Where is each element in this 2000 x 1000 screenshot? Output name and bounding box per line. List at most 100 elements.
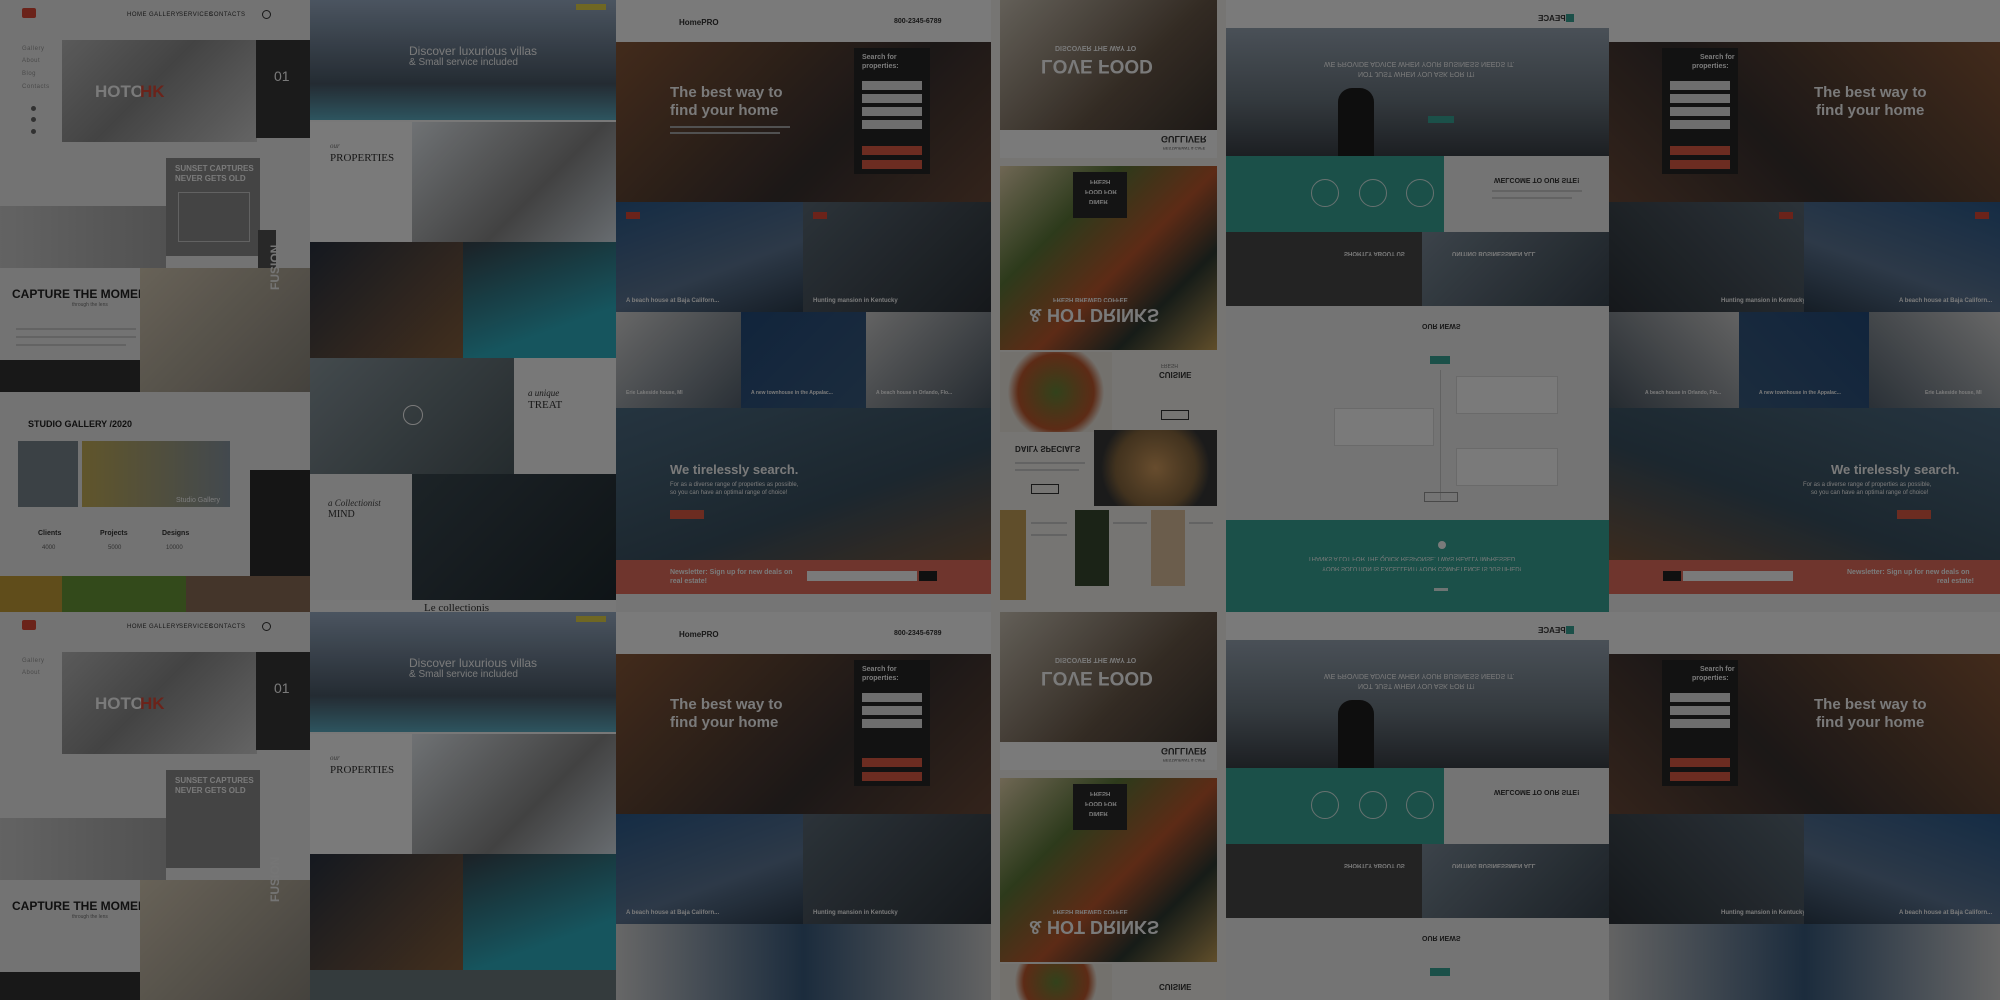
mansion-image[interactable]: [1609, 202, 1804, 312]
nav-gallery[interactable]: GALLERY: [149, 12, 180, 18]
camera-icon[interactable]: [22, 8, 36, 18]
search-icon[interactable]: [262, 10, 271, 19]
lakeside-image[interactable]: [1609, 924, 2000, 1000]
nav-contacts[interactable]: CONTACTS: [209, 624, 246, 630]
search-button[interactable]: [1670, 146, 1730, 155]
read-more-button[interactable]: [670, 510, 704, 519]
listing-caption[interactable]: A beach house in Orlando, Flo...: [1645, 390, 1721, 396]
search-icon[interactable]: [262, 622, 271, 631]
search-button[interactable]: [1670, 758, 1730, 767]
search-field-2[interactable]: [1670, 94, 1730, 103]
beach-house-image[interactable]: [1804, 202, 2000, 312]
nav-home[interactable]: HOME: [127, 624, 147, 630]
play-icon[interactable]: [403, 405, 423, 425]
advanced-search-button[interactable]: [862, 772, 922, 781]
mansion-image[interactable]: [803, 814, 991, 924]
social-icon[interactable]: [31, 106, 36, 111]
news-button[interactable]: [1430, 968, 1450, 976]
advanced-search-button[interactable]: [862, 160, 922, 169]
listing-caption[interactable]: A new townhouse in the Appalac...: [751, 390, 833, 396]
listing-caption[interactable]: A beach house at Baja Californ...: [626, 910, 719, 916]
welcome-heading: WELCOME TO OUR SITE!: [1494, 788, 1580, 795]
logo[interactable]: HomePRO: [679, 630, 719, 639]
read-more-button[interactable]: [1897, 510, 1931, 519]
beach-house-image[interactable]: [1804, 814, 2000, 924]
listing-caption[interactable]: A new townhouse in the Appalac...: [1759, 390, 1841, 396]
brand-logo[interactable]: GULLIVER: [1161, 746, 1207, 756]
listing-caption[interactable]: A beach house in Orlando, Flo...: [876, 390, 952, 396]
listing-caption[interactable]: A beach house at Baja Californ...: [1899, 910, 1992, 916]
search-field-2[interactable]: [862, 706, 922, 715]
news-card[interactable]: [1334, 408, 1434, 446]
search-field-1[interactable]: [862, 81, 922, 90]
mansion-image[interactable]: [1609, 814, 1804, 924]
cuisine-button[interactable]: [1161, 410, 1189, 420]
search-field-3[interactable]: [1670, 719, 1730, 728]
service-icon-2[interactable]: [1359, 179, 1387, 207]
beach-house-image[interactable]: [616, 202, 803, 312]
service-icon-1[interactable]: [1311, 179, 1339, 207]
search-field-4[interactable]: [862, 120, 922, 129]
side-menu-about[interactable]: About: [22, 58, 40, 64]
listing-caption[interactable]: Hunting mansion in Kentucky: [813, 910, 898, 916]
beach-house-image[interactable]: [616, 814, 803, 924]
search-field-4[interactable]: [1670, 120, 1730, 129]
dark-strip: [0, 360, 140, 392]
listing-caption[interactable]: Hunting mansion in Kentucky: [1721, 298, 1806, 304]
side-menu-contacts[interactable]: Contacts: [22, 84, 50, 90]
nav-home[interactable]: HOME: [127, 12, 147, 18]
camera-icon[interactable]: [22, 620, 36, 630]
brand-logo[interactable]: GULLIVER: [1161, 134, 1207, 144]
search-field-1[interactable]: [1670, 693, 1730, 702]
side-menu-gallery[interactable]: Gallery: [22, 658, 45, 664]
service-icon-2[interactable]: [1359, 791, 1387, 819]
social-icon[interactable]: [31, 117, 36, 122]
search-field-2[interactable]: [862, 94, 922, 103]
advanced-search-button[interactable]: [1670, 160, 1730, 169]
search-heading-2: properties:: [1692, 675, 1729, 682]
advanced-search-button[interactable]: [1670, 772, 1730, 781]
gallery-image-1[interactable]: [18, 441, 78, 507]
lakeside-image[interactable]: [616, 924, 991, 1000]
search-field-3[interactable]: [1670, 107, 1730, 116]
listing-caption[interactable]: Hunting mansion in Kentucky: [813, 298, 898, 304]
news-button[interactable]: [1430, 356, 1450, 364]
brand-logo[interactable]: PEACE: [1538, 14, 1566, 23]
search-field-1[interactable]: [1670, 81, 1730, 90]
search-field-3[interactable]: [862, 107, 922, 116]
promo-button[interactable]: [576, 4, 606, 10]
search-field-1[interactable]: [862, 693, 922, 702]
social-icon[interactable]: [31, 129, 36, 134]
search-button[interactable]: [862, 758, 922, 767]
listing-caption[interactable]: Hunting mansion in Kentucky: [1721, 910, 1806, 916]
listing-caption[interactable]: A beach house at Baja Californ...: [626, 298, 719, 304]
listing-caption[interactable]: A beach house at Baja Californ...: [1899, 298, 1992, 304]
service-icon-3[interactable]: [1406, 179, 1434, 207]
newsletter-email-input[interactable]: [807, 571, 917, 581]
side-menu-gallery[interactable]: Gallery: [22, 46, 45, 52]
service-icon-3[interactable]: [1406, 791, 1434, 819]
promo-button[interactable]: [576, 616, 606, 622]
specials-button[interactable]: [1031, 484, 1059, 494]
nav-gallery[interactable]: GALLERY: [149, 624, 180, 630]
brand-logo[interactable]: PEACE: [1538, 626, 1566, 635]
news-card[interactable]: [1456, 376, 1558, 414]
search-field-2[interactable]: [1670, 706, 1730, 715]
side-menu-about[interactable]: About: [22, 670, 40, 676]
listing-caption[interactable]: Erie Lakeside house, MI: [626, 390, 683, 396]
news-more-button[interactable]: [1424, 492, 1458, 502]
service-icon-1[interactable]: [1311, 791, 1339, 819]
side-menu-blog[interactable]: Blog: [22, 71, 36, 77]
newsletter-submit-button[interactable]: [1663, 571, 1681, 581]
mansion-image[interactable]: [803, 202, 991, 312]
slider-dots[interactable]: [1434, 588, 1448, 591]
hero-button[interactable]: [1428, 116, 1454, 123]
search-button[interactable]: [862, 146, 922, 155]
nav-contacts[interactable]: CONTACTS: [209, 12, 246, 18]
news-card[interactable]: [1456, 448, 1558, 486]
logo[interactable]: HomePRO: [679, 18, 719, 27]
listing-caption[interactable]: Erie Lakeside house, MI: [1925, 390, 1982, 396]
newsletter-email-input[interactable]: [1683, 571, 1793, 581]
newsletter-submit-button[interactable]: [919, 571, 937, 581]
search-field-3[interactable]: [862, 719, 922, 728]
